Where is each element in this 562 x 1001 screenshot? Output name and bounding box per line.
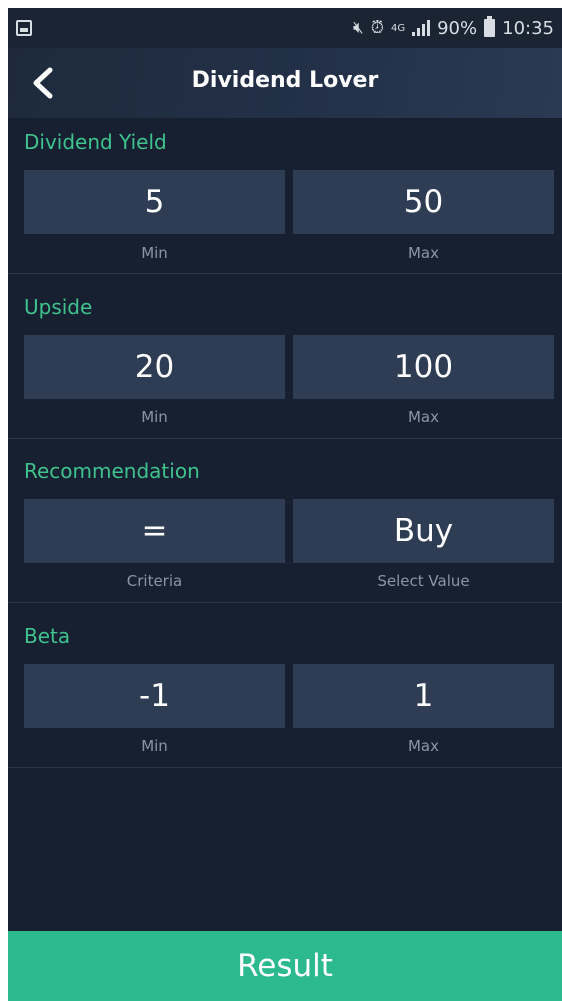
upside-min-input[interactable]: 20 xyxy=(24,335,285,399)
section-label: Dividend Yield xyxy=(24,130,167,154)
field-caption: Max xyxy=(407,244,439,262)
status-icons: 🔇︎ ⏰︎ 4G 90% 10:35 xyxy=(353,16,554,39)
section-label: Beta xyxy=(24,624,71,648)
section-label: Recommendation xyxy=(24,459,200,483)
signal-icon xyxy=(412,20,431,36)
battery-icon xyxy=(484,16,496,37)
field-caption: Max xyxy=(407,408,439,426)
alarm-icon: ⏰︎ xyxy=(370,18,384,38)
upside-max-input[interactable]: 100 xyxy=(293,335,554,399)
dividend-yield-min-input[interactable]: 5 xyxy=(24,170,285,234)
beta-max-input[interactable]: 1 xyxy=(293,664,554,728)
beta-min-input[interactable]: -1 xyxy=(24,664,285,728)
status-bar: 🔇︎ ⏰︎ 4G 90% 10:35 xyxy=(8,8,562,48)
divider xyxy=(8,273,562,274)
battery-percent: 90% xyxy=(437,17,478,39)
dividend-yield-max-input[interactable]: 50 xyxy=(293,170,554,234)
section-label: Upside xyxy=(24,295,93,319)
result-button[interactable]: Result xyxy=(8,931,562,1001)
field-caption: Max xyxy=(407,737,439,755)
divider xyxy=(8,767,562,768)
recommendation-value-select[interactable]: Buy xyxy=(293,499,554,563)
field-caption: Min xyxy=(141,244,168,262)
divider xyxy=(8,438,562,439)
app-bar: Dividend Lover xyxy=(8,48,562,118)
network-4g-icon: 4G xyxy=(390,22,406,34)
mute-icon: 🔇︎ xyxy=(353,18,364,38)
field-caption: Select Value xyxy=(377,572,470,590)
field-caption: Min xyxy=(141,408,168,426)
divider xyxy=(8,602,562,603)
page-title: Dividend Lover xyxy=(191,68,379,93)
field-caption: Min xyxy=(141,737,168,755)
app-screen: 🔇︎ ⏰︎ 4G 90% 10:35 Dividend Lover Divide… xyxy=(8,8,562,1001)
gallery-icon xyxy=(16,20,32,36)
field-caption: Criteria xyxy=(126,572,183,590)
clock: 10:35 xyxy=(502,17,554,39)
recommendation-criteria-select[interactable]: = xyxy=(24,499,285,563)
